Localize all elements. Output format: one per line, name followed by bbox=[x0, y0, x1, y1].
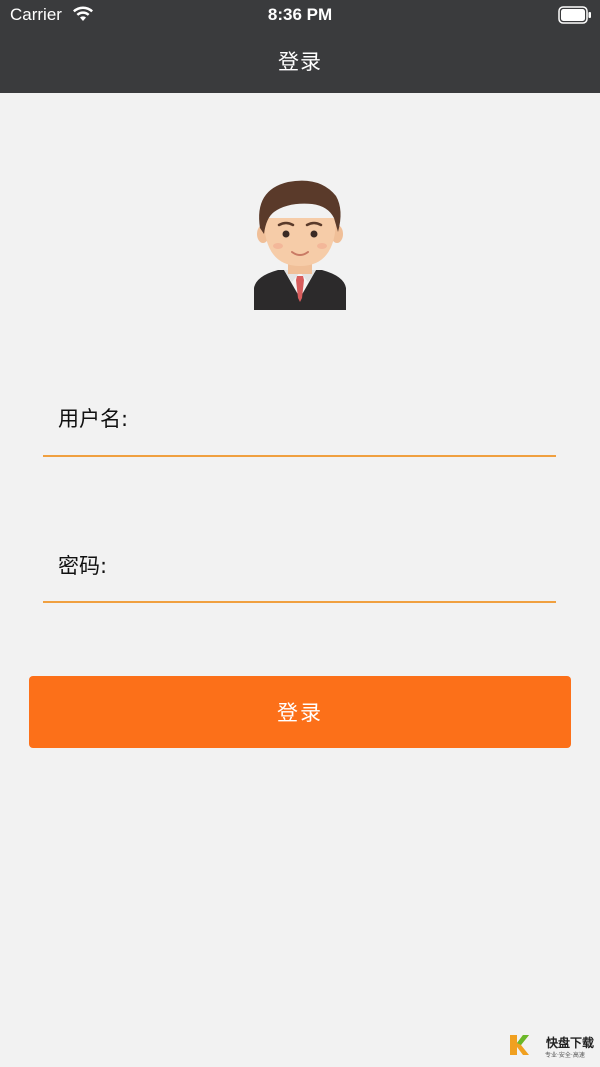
password-underline bbox=[43, 601, 556, 603]
username-label: 用户名: bbox=[58, 407, 129, 431]
watermark-logo: 快盘下载 专业·安全·高速 bbox=[508, 1033, 594, 1059]
password-label: 密码: bbox=[58, 554, 108, 578]
watermark-tagline: 专业·安全·高速 bbox=[545, 1052, 585, 1059]
avatar-icon bbox=[254, 180, 346, 310]
watermark-brand: 快盘下载 bbox=[546, 1036, 595, 1050]
login-button[interactable]: 登录 bbox=[29, 676, 571, 748]
watermark-k-icon bbox=[510, 1035, 529, 1055]
navigation-bar: Carrier 8:36 PM 登录 bbox=[0, 0, 600, 93]
status-bar: Carrier 8:36 PM bbox=[0, 0, 600, 30]
status-time: 8:36 PM bbox=[267, 5, 333, 24]
username-underline bbox=[43, 455, 556, 457]
username-input[interactable] bbox=[150, 400, 554, 442]
page-title: 登录 bbox=[278, 50, 322, 74]
password-input[interactable] bbox=[150, 546, 554, 588]
battery-icon bbox=[558, 6, 591, 24]
